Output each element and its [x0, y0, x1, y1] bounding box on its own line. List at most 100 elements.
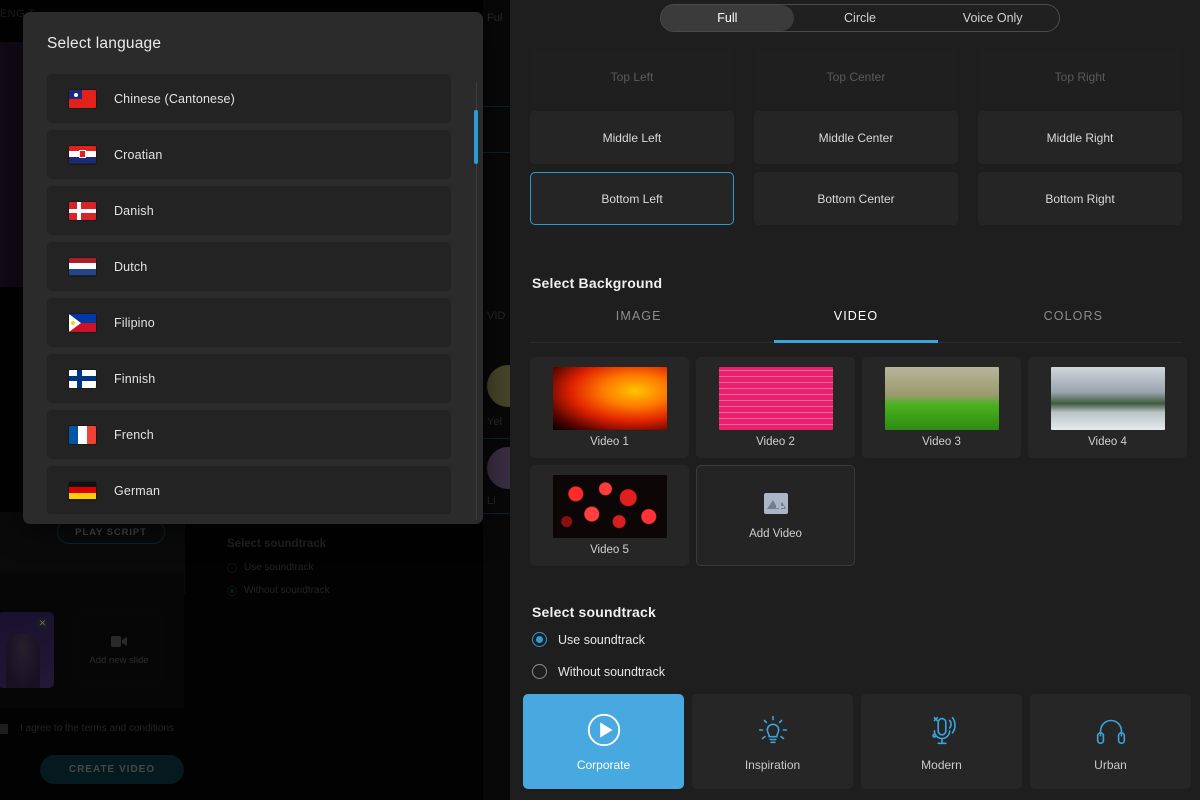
lightbulb-icon — [754, 711, 792, 749]
soundtrack-option-label: Without soundtrack — [558, 664, 665, 679]
radio-icon — [532, 632, 547, 647]
background-tab-colors[interactable]: COLORS — [965, 303, 1182, 343]
language-list-item[interactable]: French — [47, 410, 451, 459]
position-cell-middle-center[interactable]: Middle Center — [754, 111, 958, 164]
language-list-item[interactable]: Finnish — [47, 354, 451, 403]
radio-icon — [227, 585, 237, 596]
add-image-icon — [763, 492, 789, 520]
pink-brick-wall-thumb — [718, 367, 833, 430]
radio-icon — [532, 664, 547, 679]
video-card[interactable]: Video 2 — [696, 357, 855, 458]
sliver-video-tab-text: VID — [487, 310, 506, 322]
language-label: German — [114, 483, 161, 498]
background-add-new-slide-button[interactable]: Add new slide — [77, 613, 161, 687]
flag-france-icon — [69, 425, 96, 444]
video-card[interactable]: Video 1 — [530, 357, 689, 458]
soundtrack-card-label: Inspiration — [744, 758, 801, 772]
position-cell-top-center: Top Center — [754, 50, 958, 103]
flag-croatia-icon — [69, 145, 96, 164]
position-cell-top-right: Top Right — [978, 50, 1182, 103]
sea-clouds-thumb — [1050, 367, 1165, 430]
soundtrack-card-label: Corporate — [576, 758, 631, 772]
background-radio-without-soundtrack[interactable]: Without soundtrack — [227, 585, 330, 596]
language-label: Chinese (Cantonese) — [114, 91, 235, 106]
add-video-button[interactable]: Add Video — [696, 465, 855, 566]
language-label: Danish — [114, 203, 154, 218]
red-bokeh-thumb — [552, 475, 667, 538]
radio-icon — [227, 562, 237, 573]
avatar-figure-icon — [6, 634, 40, 688]
background-video-grid[interactable]: Video 1 Video 2 Video 3 Video 4 Video 5 Add V… — [530, 357, 1200, 566]
language-list[interactable]: Chinese (Cantonese) Croatian Danish Dutch Fi… — [47, 74, 451, 514]
background-type-tabs[interactable]: IMAGE VIDEO COLORS — [530, 303, 1182, 343]
avatar-mode-segmented-control[interactable]: Full Circle Voice Only — [660, 4, 1060, 32]
video-card[interactable]: Video 4 — [1028, 357, 1187, 458]
select-soundtrack-title: Select soundtrack — [532, 604, 656, 620]
background-tab-image[interactable]: IMAGE — [530, 303, 747, 343]
soundtrack-card-label: Modern — [921, 758, 962, 772]
language-label: Croatian — [114, 147, 163, 162]
position-cell-bottom-left[interactable]: Bottom Left — [530, 172, 734, 225]
soundtrack-card-label: Urban — [1094, 758, 1127, 772]
flag-philippines-icon — [69, 313, 96, 332]
soundtrack-card-modern[interactable]: Modern — [861, 694, 1022, 789]
video-card[interactable]: Video 5 — [530, 465, 689, 566]
select-background-title: Select Background — [532, 275, 663, 291]
avatar-mode-tab-circle[interactable]: Circle — [794, 5, 927, 31]
microphone-icon — [923, 711, 961, 749]
sliver-full-tab-text: Ful — [487, 12, 503, 24]
background-soundtrack-title: Select soundtrack — [227, 538, 327, 550]
position-cell-top-left: Top Left — [530, 50, 734, 103]
scrollbar-thumb[interactable] — [474, 110, 478, 164]
soundtrack-card-grid[interactable]: Corporate Inspiration Modern Urban — [523, 694, 1200, 789]
select-language-dialog: Select language Chinese (Cantonese) Croat… — [23, 12, 483, 524]
language-label: Finnish — [114, 371, 156, 386]
language-list-item[interactable]: Danish — [47, 186, 451, 235]
language-list-item[interactable]: Dutch — [47, 242, 451, 291]
position-cell-bottom-center[interactable]: Bottom Center — [754, 172, 958, 225]
headphones-icon — [1092, 711, 1130, 749]
soundtrack-card-urban[interactable]: Urban — [1030, 694, 1191, 789]
position-cell-middle-left[interactable]: Middle Left — [530, 111, 734, 164]
background-tab-video[interactable]: VIDEO — [747, 303, 964, 343]
avatar-position-grid[interactable]: Top Left Top Center Top Right Middle Left Mi… — [530, 50, 1182, 225]
language-list-item[interactable]: Croatian — [47, 130, 451, 179]
video-card-label: Video 1 — [590, 436, 629, 448]
video-card-label: Video 4 — [1088, 436, 1127, 448]
avatar-mode-tab-full[interactable]: Full — [661, 5, 794, 31]
avatar-mode-tab-voice-only[interactable]: Voice Only — [926, 5, 1059, 31]
video-card-label: Video 5 — [590, 544, 629, 556]
background-radio-use-soundtrack[interactable]: Use soundtrack — [227, 562, 313, 573]
video-card-label: Video 2 — [756, 436, 795, 448]
soundtrack-option-without[interactable]: Without soundtrack — [532, 664, 665, 679]
dialog-title: Select language — [47, 35, 162, 52]
language-list-item[interactable]: Chinese (Cantonese) — [47, 74, 451, 123]
flag-germany-icon — [69, 481, 96, 500]
background-terms-label: I agree to the terms and conditions — [20, 723, 174, 734]
play-circle-icon — [585, 711, 623, 749]
terms-checkbox[interactable] — [0, 724, 8, 734]
green-grass-thumb — [884, 367, 999, 430]
close-icon[interactable]: ✕ — [36, 617, 49, 630]
soundtrack-card-corporate[interactable]: Corporate — [523, 694, 684, 789]
flag-denmark-icon — [69, 201, 96, 220]
soundtrack-card-inspiration[interactable]: Inspiration — [692, 694, 853, 789]
sliver-yellow-label: Yel — [487, 416, 502, 428]
language-list-item[interactable]: Filipino — [47, 298, 451, 347]
fire-embers-thumb — [552, 367, 667, 430]
background-terms-row[interactable]: I agree to the terms and conditions — [20, 723, 174, 734]
language-list-item[interactable]: German — [47, 466, 451, 514]
position-cell-bottom-right[interactable]: Bottom Right — [978, 172, 1182, 225]
flag-netherlands-icon — [69, 257, 96, 276]
flag-taiwan-icon — [69, 89, 96, 108]
language-label: French — [114, 427, 154, 442]
language-label: Filipino — [114, 315, 155, 330]
background-create-video-button[interactable]: CREATE VIDEO — [40, 755, 184, 784]
soundtrack-option-use[interactable]: Use soundtrack — [532, 632, 645, 647]
add-video-label: Add Video — [749, 527, 802, 540]
sliver-lilac-label: Li — [487, 495, 496, 507]
video-card[interactable]: Video 3 — [862, 357, 1021, 458]
language-label: Dutch — [114, 259, 148, 274]
video-card-label: Video 3 — [922, 436, 961, 448]
position-cell-middle-right[interactable]: Middle Right — [978, 111, 1182, 164]
